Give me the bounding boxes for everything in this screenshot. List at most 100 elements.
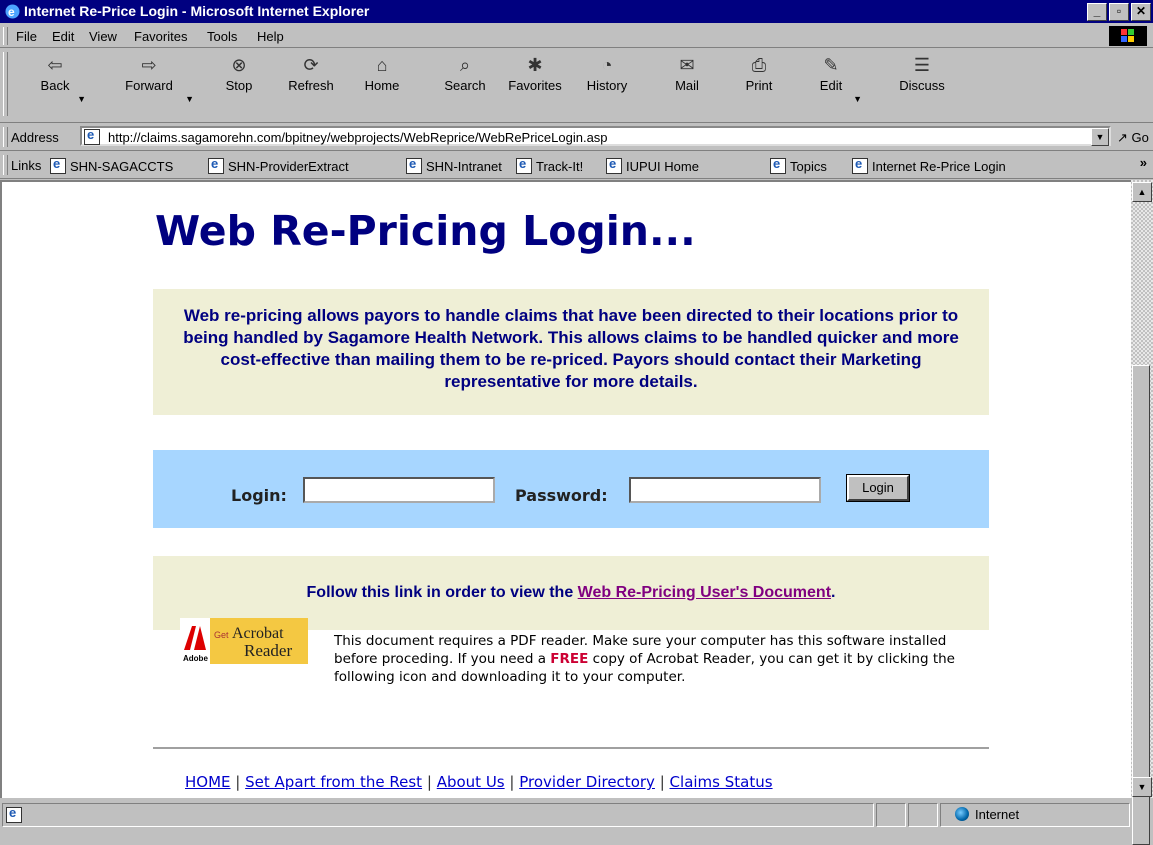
go-arrow-icon: ↗ (1117, 130, 1128, 145)
link-label: SHN-Intranet (426, 159, 502, 174)
link-shn-providerextract[interactable]: SHN-ProviderExtract (208, 156, 349, 174)
forward-dropdown-icon[interactable]: ▼ (185, 94, 194, 104)
link-track-it[interactable]: Track-It! (516, 156, 583, 174)
forward-button[interactable]: ⇨ Forward ▼ (118, 54, 194, 104)
footer-sep: | (426, 773, 432, 791)
print-button[interactable]: ⎙ Print (742, 54, 776, 93)
edit-icon: ✎ (823, 55, 839, 75)
window-title: Internet Re-Price Login - Microsoft Inte… (24, 3, 370, 19)
mail-button[interactable]: ✉ Mail (670, 54, 704, 93)
address-label: Address (11, 130, 59, 145)
footer-link-claims-status[interactable]: Claims Status (670, 773, 773, 791)
footer-sep: | (509, 773, 515, 791)
back-button[interactable]: ⇦ Back ▼ (38, 54, 86, 104)
address-input[interactable]: http://claims.sagamorehn.com/bpitney/web… (80, 126, 1111, 146)
edit-label: Edit (819, 78, 843, 93)
menu-view[interactable]: View (89, 29, 117, 44)
page-icon (84, 127, 100, 145)
menu-help[interactable]: Help (257, 29, 284, 44)
link-internet-re-price-login[interactable]: Internet Re-Price Login (852, 156, 1006, 174)
links-grip (3, 155, 8, 175)
home-icon: ⌂ (376, 55, 388, 75)
discuss-icon: ☰ (913, 55, 931, 75)
login-form: Login: Password: Login (153, 450, 989, 528)
acrobat-logo-icon: Adobe Get Acrobat Reader (180, 618, 308, 664)
refresh-button[interactable]: ⟳ Refresh (284, 54, 338, 93)
address-url[interactable]: http://claims.sagamorehn.com/bpitney/web… (108, 130, 608, 145)
link-label: Topics (790, 159, 827, 174)
page-icon (770, 156, 786, 174)
link-label: Internet Re-Price Login (872, 159, 1006, 174)
links-bar: Links SHN-SAGACCTS SHN-ProviderExtract S… (0, 152, 1153, 179)
discuss-button[interactable]: ☰ Discuss (894, 54, 950, 93)
minimize-button[interactable]: _ (1087, 3, 1107, 21)
history-label: History (586, 78, 628, 93)
get-acrobat-reader-badge[interactable]: Adobe Get Acrobat Reader (180, 618, 308, 664)
menu-grip (3, 27, 8, 45)
link-iupui-home[interactable]: IUPUI Home (606, 156, 699, 174)
back-label: Back (40, 78, 70, 93)
footer-link-home[interactable]: HOME (185, 773, 231, 791)
stop-icon: ⊗ (231, 55, 247, 75)
page-content: Web Re-Pricing Login... Web re-pricing a… (0, 180, 1131, 798)
footer-link-provider-directory[interactable]: Provider Directory (519, 773, 655, 791)
go-label: Go (1131, 130, 1149, 145)
home-label: Home (364, 78, 400, 93)
footer-link-set-apart[interactable]: Set Apart from the Rest (245, 773, 422, 791)
scroll-down-button[interactable]: ▼ (1132, 777, 1152, 797)
page-icon (6, 805, 22, 823)
menu-bar: File Edit View Favorites Tools Help (0, 25, 1153, 48)
acrobat-get: Get (214, 630, 229, 640)
status-pane-3 (908, 803, 938, 827)
address-bar: Address http://claims.sagamorehn.com/bpi… (0, 124, 1153, 151)
edit-dropdown-icon[interactable]: ▼ (853, 94, 862, 104)
back-dropdown-icon[interactable]: ▼ (77, 94, 86, 104)
menu-edit[interactable]: Edit (52, 29, 74, 44)
link-shn-intranet[interactable]: SHN-Intranet (406, 156, 502, 174)
close-button[interactable]: ✕ (1131, 3, 1151, 21)
links-label: Links (11, 158, 42, 173)
link-shn-sagaccts[interactable]: SHN-SAGACCTS (50, 156, 173, 174)
mail-icon: ✉ (679, 55, 695, 75)
favorites-button[interactable]: ✱ Favorites (502, 54, 568, 93)
login-button[interactable]: Login (846, 474, 910, 502)
footer-link-about-us[interactable]: About Us (437, 773, 505, 791)
forward-label: Forward (125, 78, 173, 93)
stop-label: Stop (225, 78, 253, 93)
footer-sep: | (235, 773, 241, 791)
go-button[interactable]: ↗ Go (1117, 130, 1149, 146)
search-label: Search (444, 78, 486, 93)
follow-prefix: Follow this link in order to view the (306, 584, 578, 601)
user-document-link[interactable]: Web Re-Pricing User's Document (578, 584, 831, 601)
login-label: Login: (231, 486, 287, 505)
history-button[interactable]: ◔ History (582, 54, 632, 93)
home-button[interactable]: ⌂ Home (362, 54, 402, 93)
ie-logo-icon: e (5, 4, 20, 19)
address-grip (3, 127, 8, 147)
stop-button[interactable]: ⊗ Stop (222, 54, 256, 93)
acrobat-product: Acrobat (232, 625, 284, 642)
maximize-button[interactable]: ▫ (1109, 3, 1129, 21)
title-bar: e Internet Re-Price Login - Microsoft In… (0, 0, 1153, 23)
link-topics[interactable]: Topics (770, 156, 827, 174)
login-input[interactable] (303, 477, 495, 503)
page-icon (406, 156, 422, 174)
security-zone: Internet (955, 807, 1019, 822)
menu-file[interactable]: File (16, 29, 37, 44)
vertical-scrollbar[interactable]: ▲ ▼ (1131, 180, 1153, 845)
description-box: Web re-pricing allows payors to handle c… (153, 289, 989, 415)
password-input[interactable] (629, 477, 821, 503)
scroll-up-button[interactable]: ▲ (1132, 182, 1152, 202)
address-dropdown-button[interactable]: ▼ (1091, 128, 1109, 146)
svg-text:e: e (8, 5, 15, 19)
divider (153, 747, 989, 750)
menu-tools[interactable]: Tools (207, 29, 237, 44)
back-arrow-icon: ⇦ (47, 55, 63, 75)
links-overflow-icon[interactable]: » (1140, 155, 1147, 170)
scroll-thumb[interactable] (1132, 365, 1150, 845)
menu-favorites[interactable]: Favorites (134, 29, 187, 44)
discuss-label: Discuss (899, 78, 945, 93)
search-button[interactable]: ⌕ Search (438, 54, 492, 93)
edit-button[interactable]: ✎ Edit ▼ (814, 54, 862, 104)
refresh-icon: ⟳ (303, 55, 319, 75)
